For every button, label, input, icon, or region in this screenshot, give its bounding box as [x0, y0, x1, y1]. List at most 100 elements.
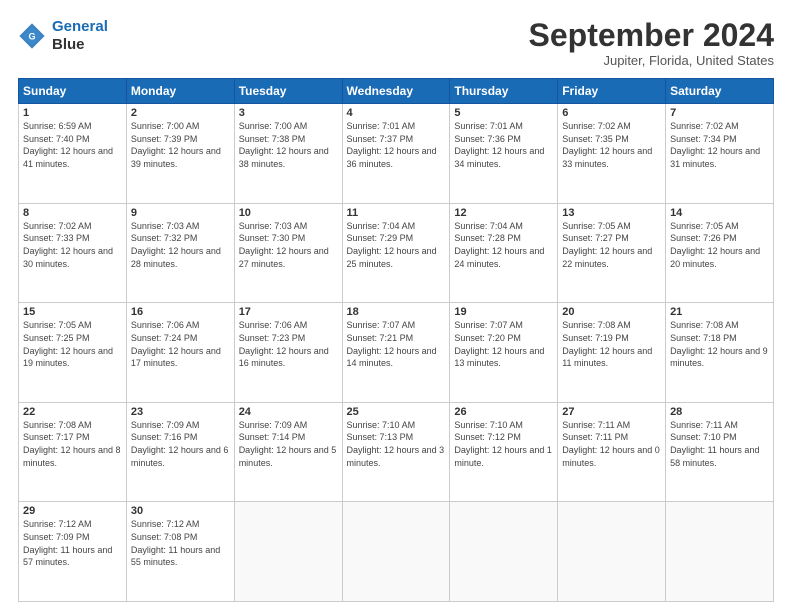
- day-info: Sunrise: 7:09 AMSunset: 7:14 PMDaylight:…: [239, 420, 337, 468]
- calendar-table: Sunday Monday Tuesday Wednesday Thursday…: [18, 78, 774, 602]
- header-saturday: Saturday: [666, 79, 774, 104]
- calendar-cell: 10 Sunrise: 7:03 AMSunset: 7:30 PMDaylig…: [234, 203, 342, 303]
- calendar-cell: 24 Sunrise: 7:09 AMSunset: 7:14 PMDaylig…: [234, 402, 342, 502]
- day-info: Sunrise: 7:00 AMSunset: 7:39 PMDaylight:…: [131, 121, 221, 169]
- calendar-cell: 4 Sunrise: 7:01 AMSunset: 7:37 PMDayligh…: [342, 104, 450, 204]
- calendar-cell: 22 Sunrise: 7:08 AMSunset: 7:17 PMDaylig…: [19, 402, 127, 502]
- week-row-1: 1 Sunrise: 6:59 AMSunset: 7:40 PMDayligh…: [19, 104, 774, 204]
- day-info: Sunrise: 7:07 AMSunset: 7:20 PMDaylight:…: [454, 320, 544, 368]
- week-row-4: 22 Sunrise: 7:08 AMSunset: 7:17 PMDaylig…: [19, 402, 774, 502]
- calendar-cell: [450, 502, 558, 602]
- day-info: Sunrise: 7:11 AMSunset: 7:10 PMDaylight:…: [670, 420, 759, 468]
- calendar-cell: 30 Sunrise: 7:12 AMSunset: 7:08 PMDaylig…: [126, 502, 234, 602]
- calendar-cell: 7 Sunrise: 7:02 AMSunset: 7:34 PMDayligh…: [666, 104, 774, 204]
- day-number: 23: [131, 406, 230, 418]
- day-info: Sunrise: 7:03 AMSunset: 7:30 PMDaylight:…: [239, 221, 329, 269]
- day-number: 25: [347, 406, 446, 418]
- calendar-cell: 27 Sunrise: 7:11 AMSunset: 7:11 PMDaylig…: [558, 402, 666, 502]
- calendar-cell: 16 Sunrise: 7:06 AMSunset: 7:24 PMDaylig…: [126, 303, 234, 403]
- day-number: 11: [347, 207, 446, 219]
- day-number: 15: [23, 306, 122, 318]
- calendar-cell: 8 Sunrise: 7:02 AMSunset: 7:33 PMDayligh…: [19, 203, 127, 303]
- day-info: Sunrise: 7:06 AMSunset: 7:23 PMDaylight:…: [239, 320, 329, 368]
- calendar-cell: 18 Sunrise: 7:07 AMSunset: 7:21 PMDaylig…: [342, 303, 450, 403]
- day-number: 16: [131, 306, 230, 318]
- day-number: 4: [347, 107, 446, 119]
- day-number: 7: [670, 107, 769, 119]
- day-info: Sunrise: 7:05 AMSunset: 7:26 PMDaylight:…: [670, 221, 760, 269]
- day-number: 28: [670, 406, 769, 418]
- calendar-cell: 15 Sunrise: 7:05 AMSunset: 7:25 PMDaylig…: [19, 303, 127, 403]
- calendar-cell: 5 Sunrise: 7:01 AMSunset: 7:36 PMDayligh…: [450, 104, 558, 204]
- day-number: 27: [562, 406, 661, 418]
- day-number: 18: [347, 306, 446, 318]
- day-info: Sunrise: 7:08 AMSunset: 7:18 PMDaylight:…: [670, 320, 768, 368]
- logo-text: General Blue: [52, 18, 108, 54]
- day-info: Sunrise: 7:07 AMSunset: 7:21 PMDaylight:…: [347, 320, 437, 368]
- calendar-cell: 26 Sunrise: 7:10 AMSunset: 7:12 PMDaylig…: [450, 402, 558, 502]
- calendar-cell: 3 Sunrise: 7:00 AMSunset: 7:38 PMDayligh…: [234, 104, 342, 204]
- day-info: Sunrise: 7:12 AMSunset: 7:08 PMDaylight:…: [131, 519, 220, 567]
- day-number: 30: [131, 505, 230, 517]
- calendar-cell: 23 Sunrise: 7:09 AMSunset: 7:16 PMDaylig…: [126, 402, 234, 502]
- day-info: Sunrise: 7:10 AMSunset: 7:13 PMDaylight:…: [347, 420, 445, 468]
- day-number: 5: [454, 107, 553, 119]
- calendar-cell: 2 Sunrise: 7:00 AMSunset: 7:39 PMDayligh…: [126, 104, 234, 204]
- day-info: Sunrise: 7:02 AMSunset: 7:35 PMDaylight:…: [562, 121, 652, 169]
- day-number: 3: [239, 107, 338, 119]
- calendar-cell: 1 Sunrise: 6:59 AMSunset: 7:40 PMDayligh…: [19, 104, 127, 204]
- logo-icon: G: [18, 22, 46, 50]
- day-info: Sunrise: 7:02 AMSunset: 7:34 PMDaylight:…: [670, 121, 760, 169]
- title-area: September 2024 Jupiter, Florida, United …: [529, 18, 774, 68]
- day-info: Sunrise: 7:01 AMSunset: 7:37 PMDaylight:…: [347, 121, 437, 169]
- day-number: 8: [23, 207, 122, 219]
- calendar-header-row: Sunday Monday Tuesday Wednesday Thursday…: [19, 79, 774, 104]
- day-number: 20: [562, 306, 661, 318]
- header-tuesday: Tuesday: [234, 79, 342, 104]
- day-number: 22: [23, 406, 122, 418]
- day-info: Sunrise: 7:12 AMSunset: 7:09 PMDaylight:…: [23, 519, 112, 567]
- day-info: Sunrise: 7:11 AMSunset: 7:11 PMDaylight:…: [562, 420, 660, 468]
- day-number: 26: [454, 406, 553, 418]
- header-wednesday: Wednesday: [342, 79, 450, 104]
- day-number: 21: [670, 306, 769, 318]
- calendar-cell: [234, 502, 342, 602]
- week-row-5: 29 Sunrise: 7:12 AMSunset: 7:09 PMDaylig…: [19, 502, 774, 602]
- day-number: 12: [454, 207, 553, 219]
- header-monday: Monday: [126, 79, 234, 104]
- day-number: 2: [131, 107, 230, 119]
- svg-text:G: G: [28, 32, 35, 42]
- day-number: 10: [239, 207, 338, 219]
- header: G General Blue September 2024 Jupiter, F…: [18, 18, 774, 68]
- day-info: Sunrise: 7:05 AMSunset: 7:27 PMDaylight:…: [562, 221, 652, 269]
- day-number: 29: [23, 505, 122, 517]
- calendar-cell: [666, 502, 774, 602]
- day-number: 9: [131, 207, 230, 219]
- day-info: Sunrise: 7:04 AMSunset: 7:28 PMDaylight:…: [454, 221, 544, 269]
- day-info: Sunrise: 7:08 AMSunset: 7:17 PMDaylight:…: [23, 420, 121, 468]
- calendar-cell: 13 Sunrise: 7:05 AMSunset: 7:27 PMDaylig…: [558, 203, 666, 303]
- day-info: Sunrise: 7:05 AMSunset: 7:25 PMDaylight:…: [23, 320, 113, 368]
- logo: G General Blue: [18, 18, 108, 54]
- day-info: Sunrise: 7:04 AMSunset: 7:29 PMDaylight:…: [347, 221, 437, 269]
- day-info: Sunrise: 6:59 AMSunset: 7:40 PMDaylight:…: [23, 121, 113, 169]
- header-sunday: Sunday: [19, 79, 127, 104]
- page: G General Blue September 2024 Jupiter, F…: [0, 0, 792, 612]
- day-number: 19: [454, 306, 553, 318]
- day-number: 14: [670, 207, 769, 219]
- calendar-cell: 9 Sunrise: 7:03 AMSunset: 7:32 PMDayligh…: [126, 203, 234, 303]
- logo-line2: Blue: [52, 36, 108, 54]
- header-friday: Friday: [558, 79, 666, 104]
- week-row-2: 8 Sunrise: 7:02 AMSunset: 7:33 PMDayligh…: [19, 203, 774, 303]
- calendar-cell: 12 Sunrise: 7:04 AMSunset: 7:28 PMDaylig…: [450, 203, 558, 303]
- day-info: Sunrise: 7:08 AMSunset: 7:19 PMDaylight:…: [562, 320, 652, 368]
- month-title: September 2024: [529, 18, 774, 53]
- day-info: Sunrise: 7:02 AMSunset: 7:33 PMDaylight:…: [23, 221, 113, 269]
- header-thursday: Thursday: [450, 79, 558, 104]
- calendar-cell: 29 Sunrise: 7:12 AMSunset: 7:09 PMDaylig…: [19, 502, 127, 602]
- calendar-cell: 17 Sunrise: 7:06 AMSunset: 7:23 PMDaylig…: [234, 303, 342, 403]
- day-info: Sunrise: 7:03 AMSunset: 7:32 PMDaylight:…: [131, 221, 221, 269]
- day-number: 6: [562, 107, 661, 119]
- calendar-cell: [558, 502, 666, 602]
- calendar-cell: 19 Sunrise: 7:07 AMSunset: 7:20 PMDaylig…: [450, 303, 558, 403]
